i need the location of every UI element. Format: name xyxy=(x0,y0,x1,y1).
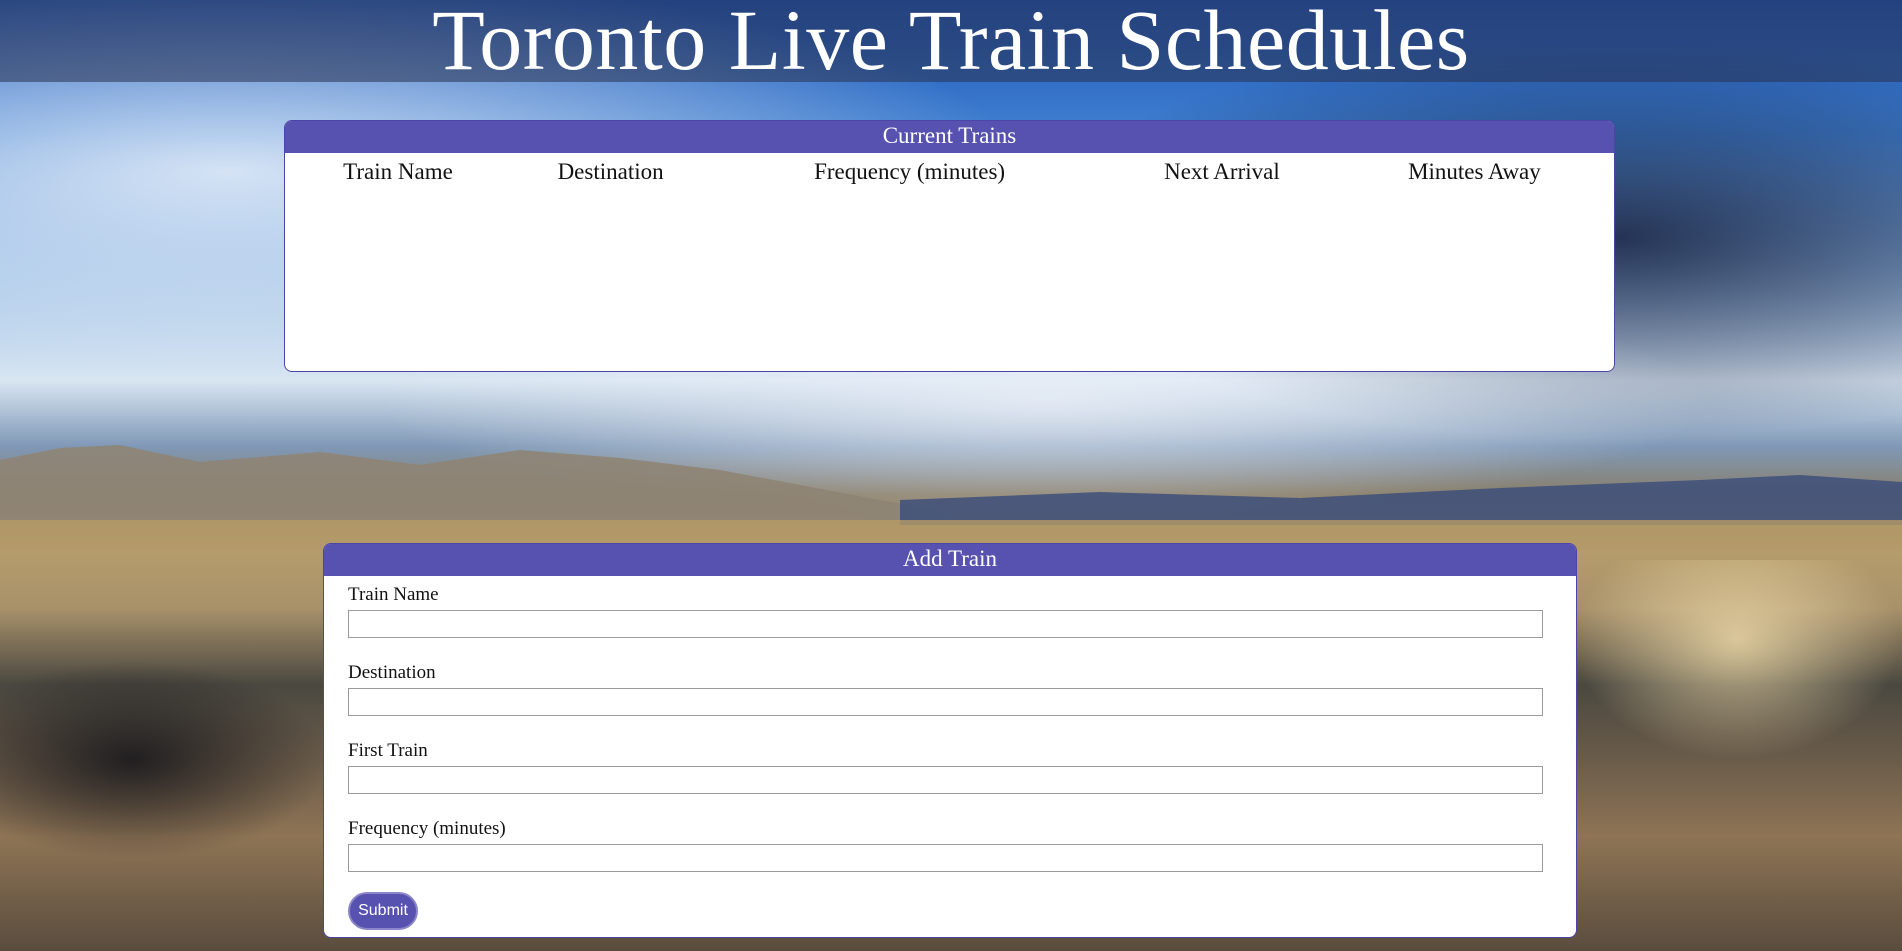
first-train-label: First Train xyxy=(348,740,428,761)
train-name-label: Train Name xyxy=(348,584,439,605)
destination-input[interactable] xyxy=(348,688,1543,716)
background-sand-light xyxy=(1572,560,1902,760)
first-train-input[interactable] xyxy=(348,766,1543,794)
add-train-heading: Add Train xyxy=(324,544,1576,576)
add-train-panel: Add Train Train Name Destination First T… xyxy=(323,543,1577,938)
column-header-destination: Destination xyxy=(557,159,664,184)
background-rocks-dark xyxy=(0,660,330,860)
column-header-next-arrival: Next Arrival xyxy=(1164,159,1280,184)
column-header-frequency: Frequency (minutes) xyxy=(814,159,1006,184)
background-mountains xyxy=(0,445,1902,550)
train-name-input[interactable] xyxy=(348,610,1543,638)
column-header-train-name: Train Name xyxy=(343,159,453,184)
frequency-input[interactable] xyxy=(348,844,1543,872)
table-header-row: Train Name Destination Frequency (minute… xyxy=(285,153,1614,186)
current-trains-panel: Current Trains Train Name Destination Fr… xyxy=(284,120,1615,372)
train-schedule-table: Train Name Destination Frequency (minute… xyxy=(285,153,1614,186)
page-header: Toronto Live Train Schedules xyxy=(0,0,1902,88)
page-title: Toronto Live Train Schedules xyxy=(432,0,1470,88)
add-train-form: Train Name Destination First Train Frequ… xyxy=(324,576,1576,930)
submit-button[interactable]: Submit xyxy=(348,892,418,930)
column-header-minutes-away: Minutes Away xyxy=(1408,159,1541,184)
frequency-label: Frequency (minutes) xyxy=(348,818,506,839)
destination-label: Destination xyxy=(348,662,436,683)
current-trains-heading: Current Trains xyxy=(285,121,1614,153)
